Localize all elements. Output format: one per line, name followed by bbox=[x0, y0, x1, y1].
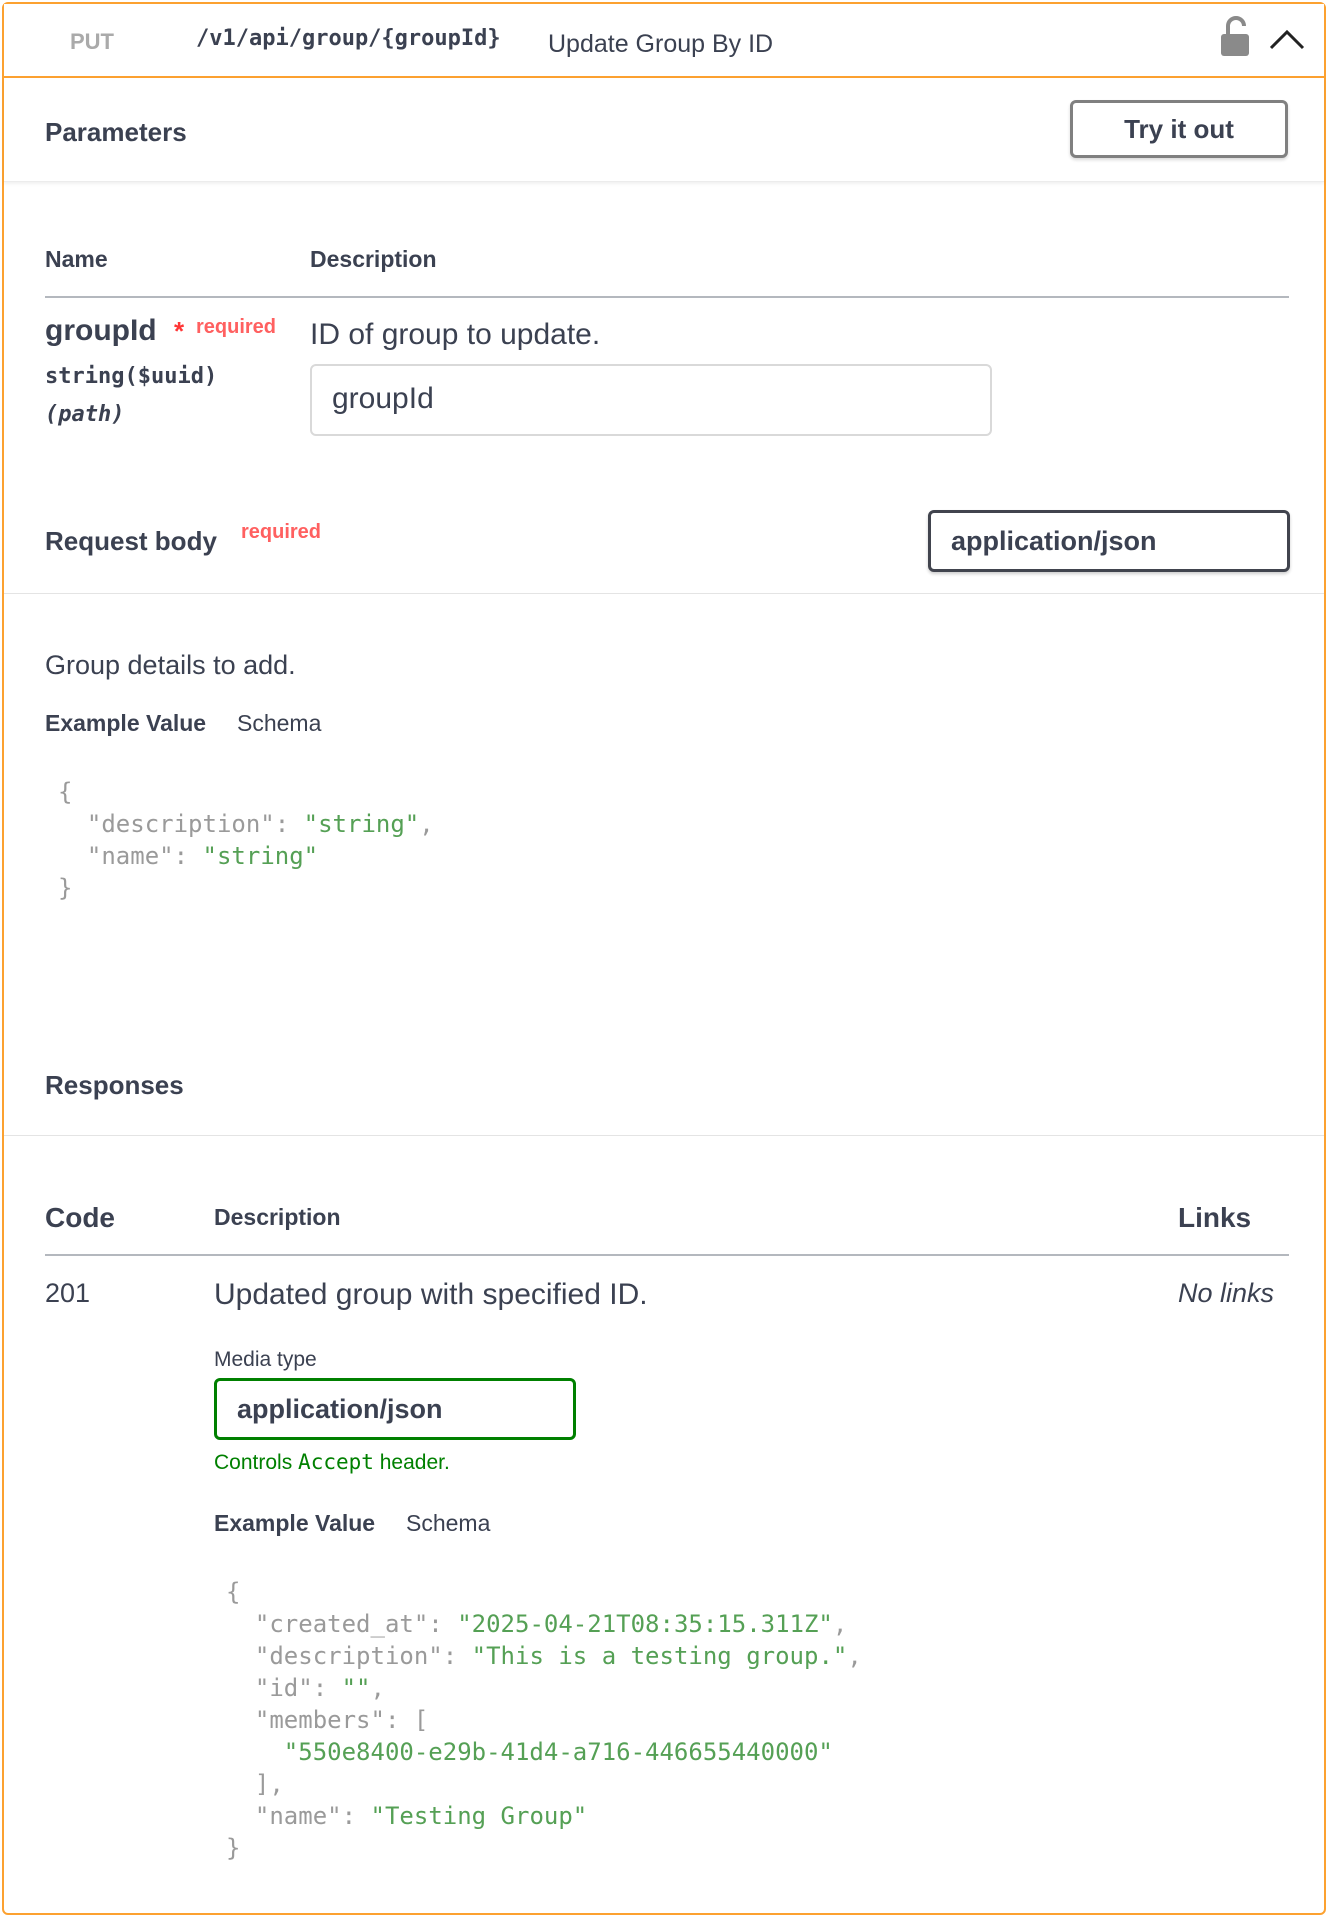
request-content-type-select[interactable]: application/json bbox=[928, 510, 1290, 572]
col-header-code: Code bbox=[45, 1202, 115, 1233]
param-name: groupId bbox=[45, 314, 157, 347]
required-star: * bbox=[174, 316, 185, 346]
param-location: (path) bbox=[45, 402, 125, 427]
chevron-up-icon[interactable] bbox=[1268, 22, 1306, 56]
param-type: string($uuid) bbox=[45, 364, 218, 389]
col-header-links: Links bbox=[1178, 1202, 1252, 1233]
param-description: ID of group to update. bbox=[310, 318, 601, 351]
response-links: No links bbox=[1178, 1278, 1275, 1308]
request-example-code: { "description": "string", "name": "stri… bbox=[58, 778, 434, 902]
responses-table-divider bbox=[45, 1254, 1289, 1256]
required-label: required bbox=[196, 316, 277, 338]
media-type-label: Media type bbox=[214, 1348, 317, 1371]
operation-block: PUT /v1/api/group/{groupId} Update Group… bbox=[2, 2, 1326, 1915]
try-it-out-button[interactable]: Try it out bbox=[1070, 100, 1288, 158]
responses-title: Responses bbox=[45, 1070, 184, 1100]
request-body-description: Group details to add. bbox=[45, 650, 296, 680]
parameters-header: Parameters Try it out bbox=[4, 78, 1324, 182]
parameters-title: Parameters bbox=[45, 117, 187, 147]
table-divider bbox=[45, 296, 1289, 298]
operation-summary-text: Update Group By ID bbox=[548, 30, 774, 58]
response-media-type-select[interactable]: application/json bbox=[214, 1378, 576, 1440]
request-tab-example-value[interactable]: Example Value bbox=[45, 710, 206, 737]
groupid-input[interactable]: groupId bbox=[310, 364, 992, 436]
request-body-title: Request body bbox=[45, 526, 217, 556]
response-description: Updated group with specified ID. bbox=[214, 1278, 648, 1311]
endpoint-path: /v1/api/group/{groupId} bbox=[196, 26, 501, 51]
col-header-response-description: Description bbox=[214, 1204, 341, 1230]
request-tab-schema[interactable]: Schema bbox=[237, 710, 321, 737]
response-tab-example-value[interactable]: Example Value bbox=[214, 1510, 375, 1537]
response-status-code: 201 bbox=[45, 1278, 91, 1308]
operation-summary[interactable]: PUT /v1/api/group/{groupId} Update Group… bbox=[4, 4, 1324, 78]
col-header-description: Description bbox=[310, 246, 437, 272]
responses-header: Responses bbox=[4, 1044, 1324, 1136]
col-header-name: Name bbox=[45, 246, 108, 272]
http-method-badge: PUT bbox=[70, 29, 114, 54]
response-tab-schema[interactable]: Schema bbox=[406, 1510, 490, 1537]
controls-accept-note: Controls Accept header. bbox=[214, 1450, 450, 1474]
response-example-code: { "created_at": "2025-04-21T08:35:15.311… bbox=[226, 1578, 862, 1862]
unlocked-padlock-icon[interactable] bbox=[1218, 16, 1252, 58]
request-body-required-label: required bbox=[241, 521, 322, 543]
